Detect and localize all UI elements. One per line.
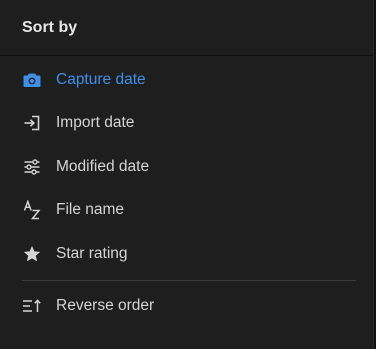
menu-divider [22, 279, 356, 281]
sort-option-label: File name [56, 201, 125, 219]
camera-icon [22, 70, 42, 90]
sort-options-list: Capture date Import date Modified date F… [0, 56, 373, 328]
sort-option-import-date[interactable]: Import date [0, 102, 373, 146]
sort-by-menu: Sort by Capture date Import date Modifie… [0, 0, 374, 349]
a-z-icon [22, 200, 42, 220]
star-icon [22, 244, 42, 264]
sort-option-label: Modified date [56, 157, 150, 175]
sort-option-label: Star rating [56, 244, 128, 262]
sliders-icon [22, 157, 42, 177]
menu-title: Sort by [0, 0, 373, 56]
reverse-order-icon [22, 296, 42, 316]
sort-option-star-rating[interactable]: Star rating [0, 232, 373, 276]
sort-option-label: Capture date [56, 70, 146, 88]
sort-option-file-name[interactable]: File name [0, 189, 373, 233]
sort-option-modified-date[interactable]: Modified date [0, 145, 373, 189]
reverse-order-label: Reverse order [56, 297, 155, 315]
reverse-order-option[interactable]: Reverse order [0, 285, 373, 329]
sort-option-capture-date[interactable]: Capture date [0, 58, 373, 102]
import-icon [22, 113, 42, 133]
sort-option-label: Import date [56, 114, 135, 132]
